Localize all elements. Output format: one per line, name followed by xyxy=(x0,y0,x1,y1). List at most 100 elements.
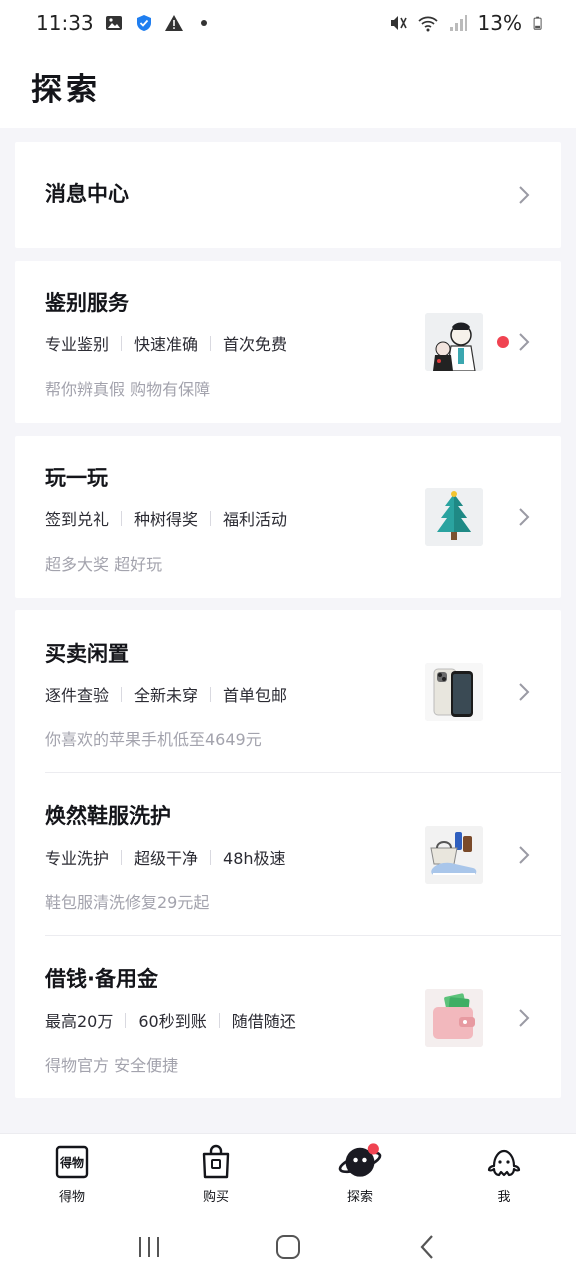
identify-thumbnail xyxy=(425,313,483,371)
loan-row[interactable]: 借钱·备用金 最高20万 60秒到账 随借随还 得物官方 安全便捷 xyxy=(15,936,561,1098)
header: 探索 xyxy=(0,46,576,128)
wifi-icon xyxy=(417,16,438,32)
ghost-icon xyxy=(487,1149,521,1177)
wash-tags: 专业洗护 超级干净 48h极速 xyxy=(45,845,286,869)
play-subtext: 超多大奖 超好玩 xyxy=(45,555,163,574)
loan-thumbnail xyxy=(425,989,483,1047)
tag: 48h极速 xyxy=(223,849,286,868)
tag-separator xyxy=(125,1012,127,1028)
resale-tags: 逐件查验 全新未穿 首单包邮 xyxy=(45,682,287,706)
identify-title: 鉴别服务 xyxy=(45,291,129,315)
wallet-icon xyxy=(425,989,483,1047)
tag: 福利活动 xyxy=(223,510,288,529)
play-thumbnail xyxy=(425,488,483,546)
tag-separator xyxy=(121,510,123,526)
warning-icon xyxy=(164,15,183,31)
home-icon xyxy=(275,1234,300,1259)
resale-row[interactable]: 买卖闲置 逐件查验 全新未穿 首单包邮 你喜欢的苹果手机低至4649元 xyxy=(15,610,561,772)
shield-icon xyxy=(136,15,151,31)
wash-subtext: 鞋包服清洗修复29元起 xyxy=(45,893,210,912)
recent-apps-icon xyxy=(139,1236,160,1257)
tag: 全新未穿 xyxy=(134,686,199,705)
phone-icon xyxy=(425,663,483,721)
battery-percent: 13% xyxy=(477,11,522,35)
message-center-title: 消息中心 xyxy=(45,182,129,206)
christmas-tree-icon xyxy=(425,488,483,546)
chevron-right-icon xyxy=(519,333,530,351)
message-center-card[interactable]: 消息中心 xyxy=(15,142,561,248)
tag: 60秒到账 xyxy=(138,1012,207,1031)
content-area: 消息中心 鉴别服务 专业鉴别 快速准确 首次免费 帮你辨真假 购物有保障 玩一玩… xyxy=(0,128,576,1133)
tag: 逐件查验 xyxy=(45,686,110,705)
tab-label: 探索 xyxy=(346,1190,373,1205)
planet-icon xyxy=(338,1143,382,1177)
dewu-logo-icon: 得物 xyxy=(55,1145,89,1179)
tag-separator xyxy=(121,335,123,351)
tab-label: 我 xyxy=(497,1190,511,1205)
tab-label: 得物 xyxy=(58,1190,85,1205)
tag: 随借随还 xyxy=(231,1012,296,1031)
resale-subtext: 你喜欢的苹果手机低至4649元 xyxy=(45,730,262,749)
bag-and-sneaker-icon xyxy=(425,826,483,884)
services-card: 买卖闲置 逐件查验 全新未穿 首单包邮 你喜欢的苹果手机低至4649元 焕然鞋服… xyxy=(15,610,561,1098)
wash-thumbnail xyxy=(425,826,483,884)
tag: 专业洗护 xyxy=(45,849,110,868)
tag: 专业鉴别 xyxy=(45,335,110,354)
shopping-bag-icon xyxy=(202,1144,230,1179)
tab-label: 购买 xyxy=(202,1190,229,1205)
gallery-icon xyxy=(105,16,122,30)
play-card[interactable]: 玩一玩 签到兑礼 种树得奖 福利活动 超多大奖 超好玩 xyxy=(15,436,561,598)
tag-separator xyxy=(210,510,212,526)
wash-row[interactable]: 焕然鞋服洗护 专业洗护 超级干净 48h极速 鞋包服清洗修复29元起 xyxy=(15,773,561,935)
play-tags: 签到兑礼 种树得奖 福利活动 xyxy=(45,506,287,530)
status-time: 11:33 xyxy=(36,11,94,35)
resale-thumbnail xyxy=(425,663,483,721)
identify-service-card[interactable]: 鉴别服务 专业鉴别 快速准确 首次免费 帮你辨真假 购物有保障 xyxy=(15,261,561,423)
tag: 签到兑礼 xyxy=(45,510,110,529)
tab-buy[interactable]: 购买 xyxy=(144,1134,288,1213)
system-nav-bar xyxy=(0,1213,576,1280)
tag-separator xyxy=(210,686,212,702)
tag-separator xyxy=(218,1012,220,1028)
svg-text:得物: 得物 xyxy=(59,1155,84,1170)
wash-title: 焕然鞋服洗护 xyxy=(45,804,171,828)
back-icon xyxy=(420,1234,433,1259)
bottom-tab-bar: 得物 得物 购买 探索 我 xyxy=(0,1133,576,1213)
tag-separator xyxy=(210,335,212,351)
tag: 种树得奖 xyxy=(134,510,199,529)
cartoon-characters-icon xyxy=(425,313,483,371)
tag: 首单包邮 xyxy=(223,686,288,705)
play-title: 玩一玩 xyxy=(45,466,108,490)
identify-tags: 专业鉴别 快速准确 首次免费 xyxy=(45,331,287,355)
tab-explore[interactable]: 探索 xyxy=(288,1134,432,1213)
status-bar: 11:33 13% xyxy=(0,0,576,46)
resale-title: 买卖闲置 xyxy=(45,642,129,666)
battery-icon xyxy=(533,16,542,30)
chevron-right-icon xyxy=(519,846,530,864)
mute-icon xyxy=(390,16,407,30)
chevron-right-icon xyxy=(519,508,530,526)
chevron-right-icon xyxy=(519,1009,530,1027)
tag-separator xyxy=(121,849,123,865)
tag: 首次免费 xyxy=(223,335,288,354)
page-title: 探索 xyxy=(31,72,101,108)
tag-separator xyxy=(121,686,123,702)
loan-tags: 最高20万 60秒到账 随借随还 xyxy=(45,1008,296,1032)
tag: 快速准确 xyxy=(134,335,199,354)
back-button[interactable] xyxy=(407,1227,447,1267)
tab-dewu[interactable]: 得物 得物 xyxy=(0,1134,144,1213)
loan-title: 借钱·备用金 xyxy=(45,967,158,991)
tag: 超级干净 xyxy=(134,849,199,868)
tab-me[interactable]: 我 xyxy=(432,1134,576,1213)
tag-separator xyxy=(210,849,212,865)
signal-icon xyxy=(449,15,467,31)
dot-icon xyxy=(200,20,207,26)
notification-dot xyxy=(497,336,509,348)
identify-subtext: 帮你辨真假 购物有保障 xyxy=(45,380,211,399)
loan-subtext: 得物官方 安全便捷 xyxy=(45,1056,179,1075)
chevron-right-icon xyxy=(519,186,530,204)
home-button[interactable] xyxy=(268,1227,308,1267)
recent-apps-button[interactable] xyxy=(129,1227,169,1267)
chevron-right-icon xyxy=(519,683,530,701)
tag: 最高20万 xyxy=(45,1012,114,1031)
